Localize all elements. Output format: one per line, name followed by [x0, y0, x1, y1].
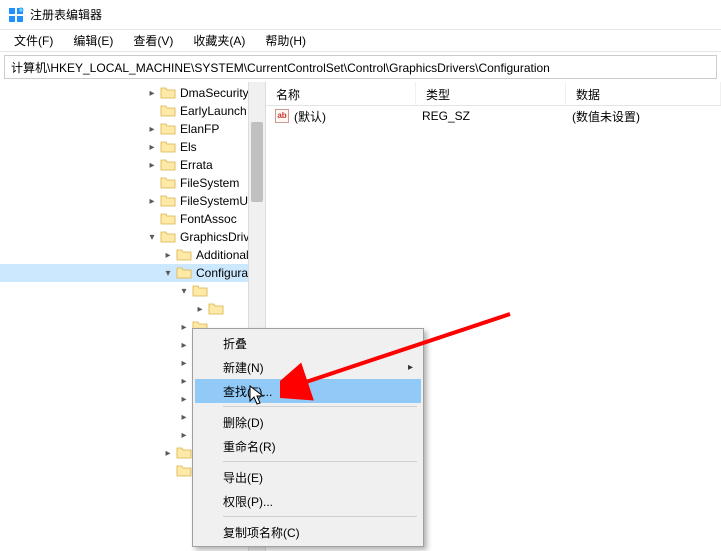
- menu-favorites[interactable]: 收藏夹(A): [183, 30, 255, 51]
- list-header: 名称 类型 数据: [266, 82, 721, 106]
- tree-row[interactable]: [0, 300, 265, 318]
- folder-icon: [160, 104, 176, 118]
- tree-caret-icon[interactable]: [176, 412, 192, 423]
- window-titlebar: 注册表编辑器: [0, 0, 721, 30]
- folder-icon: [160, 194, 176, 208]
- cm-permissions[interactable]: 权限(P)...: [195, 489, 421, 513]
- tree-row[interactable]: Els: [0, 138, 265, 156]
- cm-sep-1: [223, 406, 417, 407]
- tree-row[interactable]: EarlyLaunch: [0, 102, 265, 120]
- folder-icon: [176, 266, 192, 280]
- tree-row[interactable]: Errata: [0, 156, 265, 174]
- tree-caret-icon[interactable]: [176, 340, 192, 351]
- tree-caret-icon[interactable]: [160, 268, 176, 279]
- cm-find[interactable]: 查找(F)...: [195, 379, 421, 403]
- app-icon: [8, 7, 24, 23]
- tree-caret-icon[interactable]: [176, 322, 192, 333]
- window-title: 注册表编辑器: [30, 6, 102, 23]
- cm-delete[interactable]: 删除(D): [195, 410, 421, 434]
- tree-caret-icon[interactable]: [176, 376, 192, 387]
- folder-icon: [176, 464, 192, 478]
- col-type[interactable]: 类型: [416, 82, 566, 105]
- cm-copykey[interactable]: 复制项名称(C): [195, 520, 421, 544]
- cm-export[interactable]: 导出(E): [195, 465, 421, 489]
- tree-row[interactable]: ElanFP: [0, 120, 265, 138]
- tree-caret-icon[interactable]: [160, 250, 176, 261]
- folder-icon: [208, 302, 224, 316]
- tree-caret-icon[interactable]: [176, 430, 192, 441]
- tree-caret-icon[interactable]: [176, 394, 192, 405]
- string-value-icon: ab: [274, 108, 290, 124]
- tree-row[interactable]: FileSystemUti: [0, 192, 265, 210]
- tree-row[interactable]: FontAssoc: [0, 210, 265, 228]
- folder-icon: [176, 446, 192, 460]
- cm-rename[interactable]: 重命名(R): [195, 434, 421, 458]
- tree-caret-icon[interactable]: [144, 142, 160, 153]
- tree-scroll-thumb[interactable]: [251, 122, 263, 202]
- col-data[interactable]: 数据: [566, 82, 721, 105]
- cm-sep-2: [223, 461, 417, 462]
- folder-icon: [160, 158, 176, 172]
- folder-icon: [160, 140, 176, 154]
- cm-new[interactable]: 新建(N): [195, 355, 421, 379]
- context-menu: 折叠 新建(N) 查找(F)... 删除(D) 重命名(R) 导出(E) 权限(…: [192, 328, 424, 547]
- cell-data: (数值未设置): [572, 108, 640, 125]
- menu-view[interactable]: 查看(V): [123, 30, 183, 51]
- address-bar[interactable]: 计算机\HKEY_LOCAL_MACHINE\SYSTEM\CurrentCon…: [4, 55, 717, 79]
- tree-caret-icon[interactable]: [144, 232, 160, 243]
- list-row[interactable]: ab (默认) REG_SZ (数值未设置): [266, 106, 721, 126]
- tree-caret-icon[interactable]: [160, 448, 176, 459]
- col-name[interactable]: 名称: [266, 82, 416, 105]
- tree-caret-icon[interactable]: [144, 124, 160, 135]
- tree-caret-icon[interactable]: [144, 160, 160, 171]
- cell-name: (默认): [294, 108, 422, 125]
- menu-file[interactable]: 文件(F): [4, 30, 63, 51]
- cm-sep-3: [223, 516, 417, 517]
- menu-help[interactable]: 帮助(H): [255, 30, 316, 51]
- tree-caret-icon[interactable]: [176, 286, 192, 297]
- folder-icon: [160, 86, 176, 100]
- tree-caret-icon[interactable]: [192, 304, 208, 315]
- folder-icon: [160, 212, 176, 226]
- folder-icon: [160, 230, 176, 244]
- folder-icon: [176, 248, 192, 262]
- folder-icon: [192, 284, 208, 298]
- cm-collapse[interactable]: 折叠: [195, 331, 421, 355]
- tree-row[interactable]: FileSystem: [0, 174, 265, 192]
- tree-caret-icon[interactable]: [176, 358, 192, 369]
- tree-row[interactable]: Additional: [0, 246, 265, 264]
- address-path: 计算机\HKEY_LOCAL_MACHINE\SYSTEM\CurrentCon…: [11, 59, 550, 76]
- tree-row[interactable]: [0, 282, 265, 300]
- tree-row[interactable]: GraphicsDriv: [0, 228, 265, 246]
- tree-row[interactable]: DmaSecurity: [0, 84, 265, 102]
- cell-type: REG_SZ: [422, 109, 572, 123]
- menu-edit[interactable]: 编辑(E): [63, 30, 123, 51]
- tree-caret-icon[interactable]: [144, 196, 160, 207]
- tree-caret-icon[interactable]: [144, 88, 160, 99]
- folder-icon: [160, 122, 176, 136]
- tree-row[interactable]: Configurat: [0, 264, 265, 282]
- folder-icon: [160, 176, 176, 190]
- menubar: 文件(F) 编辑(E) 查看(V) 收藏夹(A) 帮助(H): [0, 30, 721, 52]
